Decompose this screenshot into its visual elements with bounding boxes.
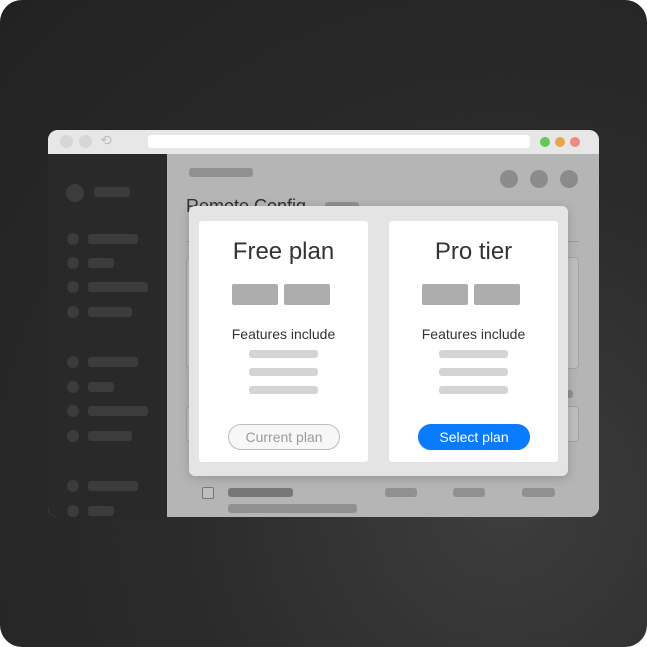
browser-window: ⟲ Free plan Features include Current pla…	[48, 130, 599, 517]
app-content: Remote Config Free plan F	[48, 154, 599, 517]
price-placeholder	[422, 284, 468, 305]
features-label: Features include	[421, 326, 526, 342]
select-plan-button[interactable]: Select plan	[418, 424, 530, 450]
plan-name: Pro tier	[434, 238, 513, 265]
back-button[interactable]	[60, 135, 73, 148]
feature-placeholder	[249, 368, 318, 376]
window-red-button[interactable]	[570, 137, 580, 147]
reload-icon[interactable]: ⟲	[98, 133, 114, 149]
price-placeholder	[284, 284, 330, 305]
plan-name: Free plan	[232, 238, 335, 265]
plan-card-pro: Pro tier Features include Select plan	[389, 221, 558, 462]
features-label: Features include	[231, 326, 336, 342]
price-placeholder	[474, 284, 520, 305]
price-placeholder	[232, 284, 278, 305]
browser-titlebar: ⟲	[48, 130, 599, 154]
screenshot-frame: ⟲ Free plan Features include Current pla…	[0, 0, 647, 647]
address-bar[interactable]	[148, 135, 530, 148]
feature-placeholder	[439, 386, 508, 394]
feature-placeholder	[439, 350, 508, 358]
window-yellow-button[interactable]	[555, 137, 565, 147]
current-plan-button[interactable]: Current plan	[228, 424, 340, 450]
plan-card-free: Free plan Features include Current plan	[199, 221, 368, 462]
feature-placeholder	[249, 386, 318, 394]
feature-placeholder	[439, 368, 508, 376]
window-green-button[interactable]	[540, 137, 550, 147]
plan-selection-modal: Free plan Features include Current plan …	[189, 206, 568, 476]
forward-button[interactable]	[79, 135, 92, 148]
feature-placeholder	[249, 350, 318, 358]
